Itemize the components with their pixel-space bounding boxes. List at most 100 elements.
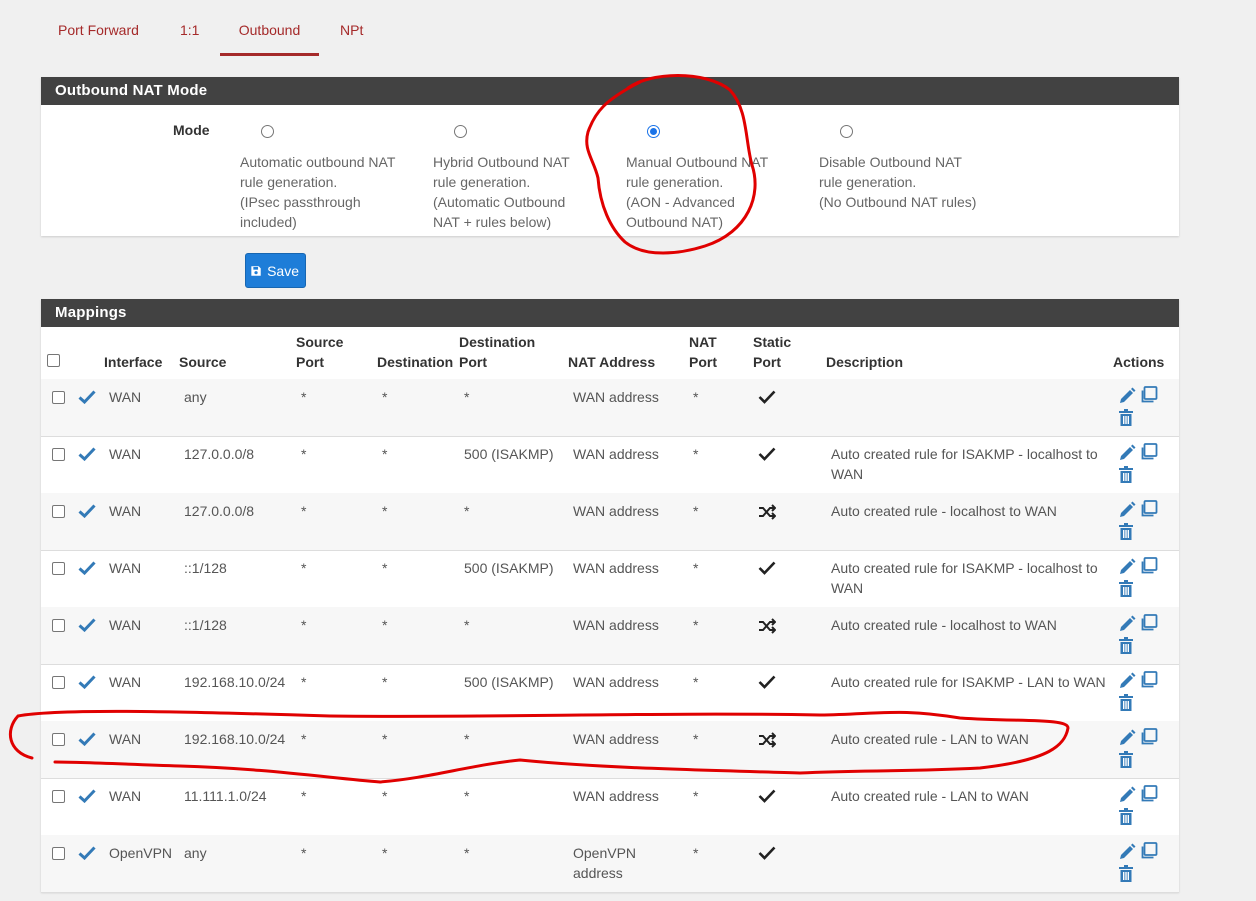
- copy-icon[interactable]: [1139, 728, 1158, 751]
- copy-icon[interactable]: [1139, 671, 1158, 694]
- cell-source: 192.168.10.0/24: [184, 731, 286, 747]
- enabled-check-icon: [78, 732, 96, 751]
- cell-source-port: *: [301, 560, 307, 576]
- trash-icon[interactable]: [1118, 637, 1134, 660]
- enabled-check-icon: [78, 789, 96, 808]
- row-checkbox[interactable]: [52, 733, 65, 746]
- mode-option-text: rule generation.: [433, 174, 531, 190]
- table-row[interactable]: WAN 127.0.0.0/8 * * 500 (ISAKMP) WAN address *…: [41, 436, 1179, 494]
- row-checkbox[interactable]: [52, 562, 65, 575]
- table-row[interactable]: WAN 192.168.10.0/24 * * 500 (ISAKMP) WAN addr…: [41, 664, 1179, 722]
- row-checkbox[interactable]: [52, 676, 65, 689]
- trash-icon[interactable]: [1118, 751, 1134, 774]
- mode-option-text: Manual Outbound NAT: [626, 154, 769, 170]
- table-row[interactable]: WAN::1/128 * * * WAN address * Auto created ru…: [41, 607, 1179, 665]
- cell-nat-address: WAN address: [573, 444, 659, 464]
- copy-icon[interactable]: [1139, 557, 1158, 580]
- table-row[interactable]: WAN::1/128 * * 500 (ISAKMP) WAN address * Auto…: [41, 550, 1179, 608]
- static-port-check-icon: [758, 675, 776, 694]
- cell-source: 11.111.1.0/24: [184, 788, 267, 804]
- trash-icon[interactable]: [1118, 865, 1134, 888]
- cell-nat-port: *: [693, 389, 699, 405]
- mode-option[interactable]: Disable Outbound NAT rule generation. (No …: [819, 122, 994, 212]
- edit-pencil-icon[interactable]: [1118, 444, 1136, 467]
- header-line: Source: [296, 334, 344, 350]
- tab-npt[interactable]: NPt: [340, 12, 363, 53]
- table-row[interactable]: WAN 192.168.10.0/24 * * * WAN address * Auto cr…: [41, 721, 1179, 779]
- row-checkbox[interactable]: [52, 391, 65, 404]
- tab-one-to-one[interactable]: 1:1: [180, 12, 199, 53]
- static-port-check-icon: [758, 390, 776, 409]
- tab-outbound[interactable]: Outbound: [220, 12, 319, 56]
- cell-interface: OpenVPN: [109, 845, 173, 861]
- mode-option[interactable]: Automatic outbound NAT rule generation. (I…: [240, 122, 415, 232]
- mode-option-text: (Automatic Outbound: [433, 194, 566, 210]
- cell-interface: WAN: [109, 674, 142, 690]
- cell-source-port: *: [301, 617, 307, 633]
- trash-icon[interactable]: [1118, 523, 1134, 546]
- cell-nat-port: *: [693, 788, 699, 804]
- trash-icon[interactable]: [1118, 808, 1134, 831]
- edit-pencil-icon[interactable]: [1118, 786, 1136, 809]
- save-icon: [251, 265, 261, 276]
- copy-icon[interactable]: [1139, 500, 1158, 523]
- row-checkbox[interactable]: [52, 619, 65, 632]
- select-all-checkbox[interactable]: [47, 354, 60, 367]
- mode-radio[interactable]: [647, 125, 660, 138]
- row-checkbox[interactable]: [52, 505, 65, 518]
- mode-radio[interactable]: [454, 125, 467, 138]
- table-row[interactable]: WAN 11.111.1.0/24 * * * WAN address * Auto crea…: [41, 778, 1179, 836]
- table-row[interactable]: WAN 127.0.0.0/8 * * * WAN address * Auto create…: [41, 493, 1179, 551]
- description-line: WAN: [831, 580, 864, 596]
- nat-address-line: WAN address: [573, 617, 659, 633]
- cell-source-port: *: [301, 731, 307, 747]
- outbound-nat-mode-panel: Outbound NAT Mode Mode Automatic outboun…: [41, 77, 1179, 236]
- copy-icon[interactable]: [1139, 842, 1158, 865]
- mode-option[interactable]: Manual Outbound NAT rule generation. (AON …: [626, 122, 801, 232]
- copy-icon[interactable]: [1139, 443, 1158, 466]
- trash-icon[interactable]: [1118, 694, 1134, 717]
- edit-pencil-icon[interactable]: [1118, 729, 1136, 752]
- edit-pencil-icon[interactable]: [1118, 843, 1136, 866]
- table-row[interactable]: OpenVPN any * * * OpenVPN address *: [41, 835, 1179, 893]
- edit-pencil-icon[interactable]: [1118, 672, 1136, 695]
- edit-pencil-icon[interactable]: [1118, 501, 1136, 524]
- mode-radio[interactable]: [261, 125, 274, 138]
- cell-source: ::1/128: [184, 617, 227, 633]
- mappings-panel: Mappings Interface Source Source Port De…: [41, 299, 1179, 893]
- edit-pencil-icon[interactable]: [1118, 558, 1136, 581]
- copy-icon[interactable]: [1139, 785, 1158, 808]
- cell-destination: *: [382, 788, 388, 804]
- static-port-check-icon: [758, 561, 776, 580]
- tab-port-forward[interactable]: Port Forward: [58, 12, 139, 53]
- copy-icon[interactable]: [1139, 614, 1158, 637]
- cell-source-port: *: [301, 845, 307, 861]
- trash-icon[interactable]: [1118, 580, 1134, 603]
- header-interface: Interface: [104, 354, 163, 370]
- description-line: WAN: [831, 466, 864, 482]
- row-checkbox[interactable]: [52, 790, 65, 803]
- trash-icon[interactable]: [1118, 409, 1134, 432]
- description-line: Auto created rule - localhost to WAN: [831, 617, 1057, 633]
- edit-pencil-icon[interactable]: [1118, 615, 1136, 638]
- copy-icon[interactable]: [1139, 386, 1158, 409]
- nat-address-line: WAN address: [573, 446, 659, 462]
- save-button[interactable]: Save: [245, 253, 306, 288]
- trash-icon[interactable]: [1118, 466, 1134, 489]
- row-checkbox[interactable]: [52, 448, 65, 461]
- description-line: Auto created rule - localhost to WAN: [831, 503, 1057, 519]
- mode-radio[interactable]: [840, 125, 853, 138]
- mode-option[interactable]: Hybrid Outbound NAT rule generation. (Auto…: [433, 122, 608, 232]
- table-row[interactable]: WAN any * * * WAN address *: [41, 379, 1179, 437]
- enabled-check-icon: [78, 447, 96, 466]
- cell-destination-port: *: [464, 788, 470, 804]
- nat-address-line: OpenVPN: [573, 845, 637, 861]
- edit-pencil-icon[interactable]: [1118, 387, 1136, 410]
- row-checkbox[interactable]: [52, 847, 65, 860]
- cell-destination-port: *: [464, 845, 470, 861]
- mode-option-text: Hybrid Outbound NAT: [433, 154, 570, 170]
- cell-interface: WAN: [109, 560, 142, 576]
- cell-nat-port: *: [693, 674, 699, 690]
- mode-option-text: Disable Outbound NAT: [819, 154, 962, 170]
- description-line: Auto created rule - LAN to WAN: [831, 731, 1029, 747]
